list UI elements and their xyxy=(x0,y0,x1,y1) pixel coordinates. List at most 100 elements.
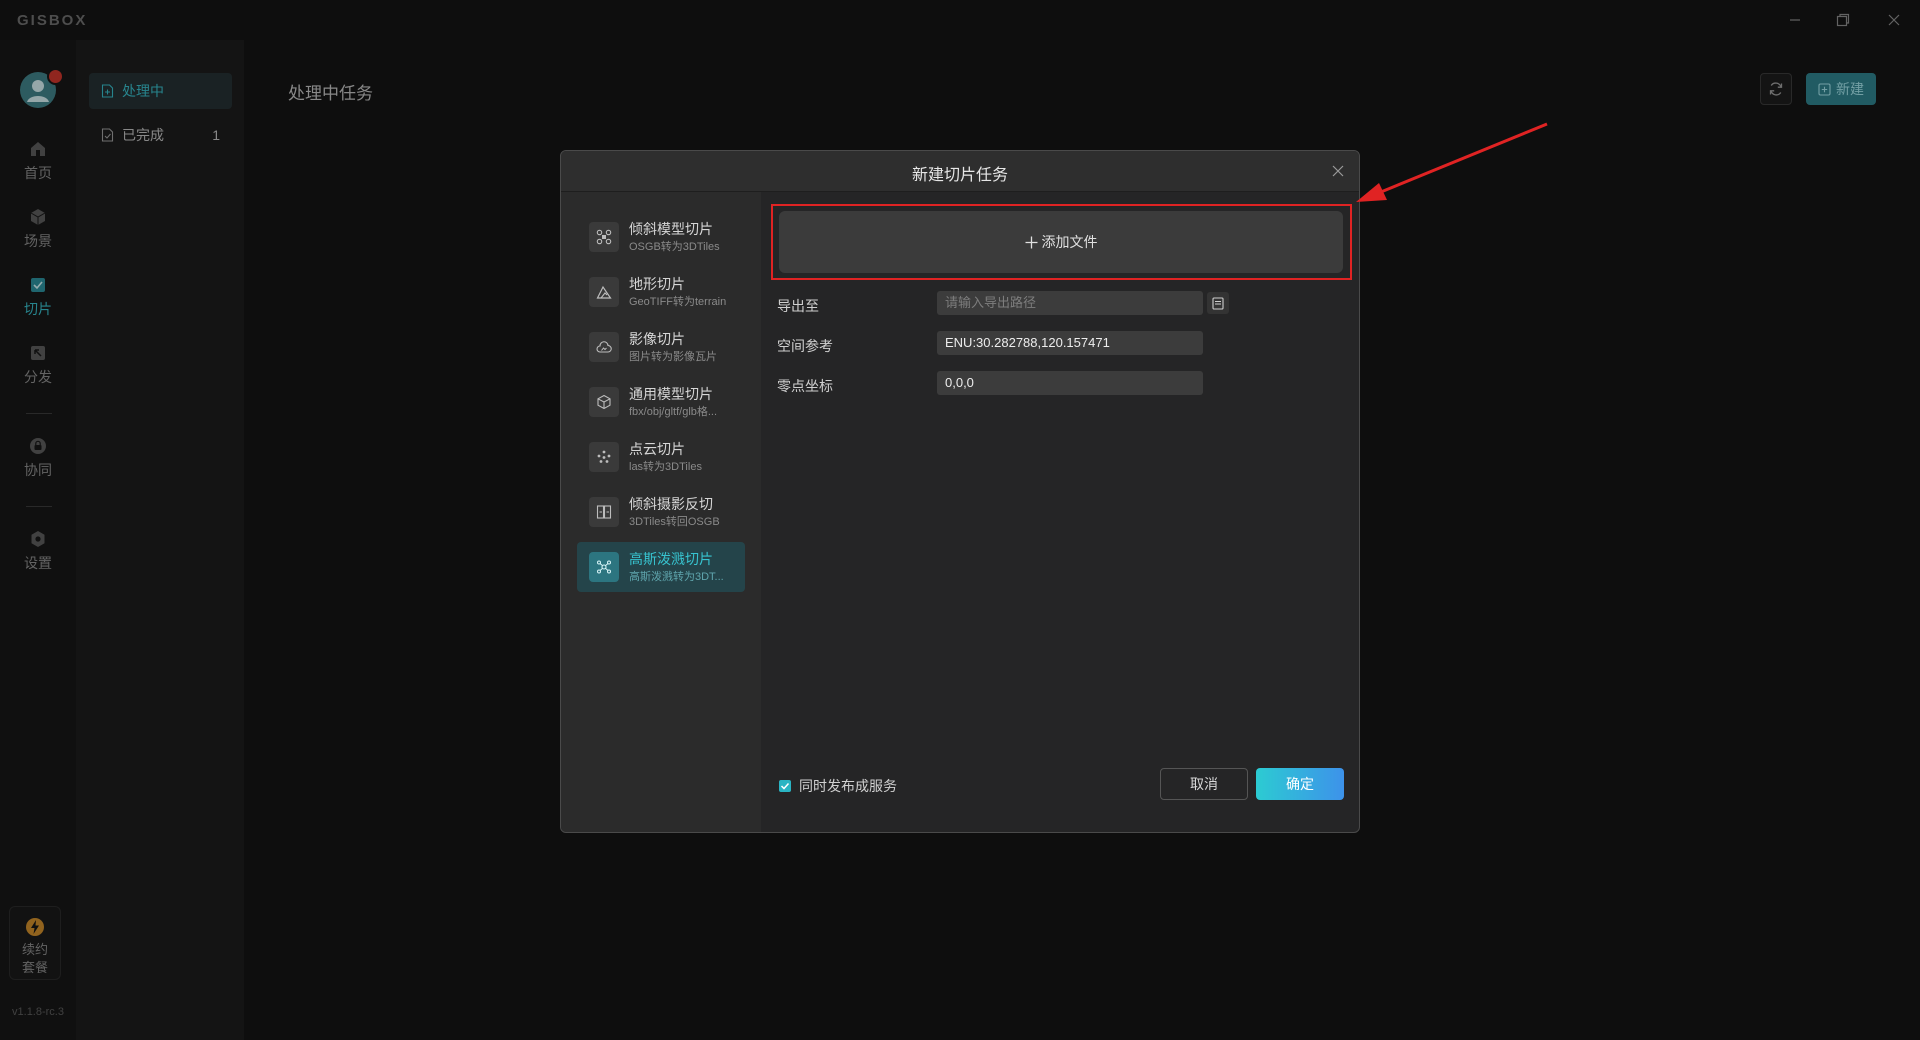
type-desc: 高斯泼溅转为3DT... xyxy=(629,570,724,583)
mountain-icon xyxy=(589,277,619,307)
origin-label: 零点坐标 xyxy=(777,378,833,394)
title-bar: GISBOX xyxy=(0,0,1920,40)
type-desc: las转为3DTiles xyxy=(629,460,702,473)
type-terrain[interactable]: 地形切片 GeoTIFF转为terrain xyxy=(577,267,745,317)
checkbox-checked-icon xyxy=(779,780,791,792)
type-text: 影像切片 图片转为影像瓦片 xyxy=(629,330,739,365)
confirm-button[interactable]: 确定 xyxy=(1256,768,1344,800)
new-slice-task-dialog: 新建切片任务 倾斜模型切片 OSGB转为3DTiles 地形切片 GeoTIFF… xyxy=(560,150,1360,833)
app-version: v1.1.8-rc.3 xyxy=(12,1006,64,1018)
spatial-ref-input[interactable]: ENU:30.282788,120.157471 xyxy=(937,331,1203,355)
dialog-close-button[interactable] xyxy=(1327,160,1349,182)
refresh-icon xyxy=(1769,82,1783,96)
nav-distribute-label: 分发 xyxy=(24,369,52,385)
renew-plan-label: 续约套餐 xyxy=(21,942,48,975)
rail-divider xyxy=(26,413,52,414)
close-window-button[interactable] xyxy=(1880,8,1908,32)
drone-icon-glyph xyxy=(596,229,612,245)
restore-icon xyxy=(1836,13,1850,27)
gear-icon xyxy=(31,531,45,547)
dialog-title: 新建切片任务 xyxy=(911,167,1008,184)
nav-scene[interactable]: 场景 xyxy=(0,208,76,251)
add-document-icon xyxy=(1818,82,1831,96)
type-text: 高斯泼溅切片 高斯泼溅转为3DT... xyxy=(629,550,739,585)
slice-type-list: 倾斜模型切片 OSGB转为3DTiles 地形切片 GeoTIFF转为terra… xyxy=(561,192,761,832)
type-desc: GeoTIFF转为terrain xyxy=(629,295,727,308)
box-icon xyxy=(589,387,619,417)
type-name: 倾斜模型切片 xyxy=(629,220,713,237)
origin-input[interactable]: 0,0,0 xyxy=(937,371,1203,395)
type-name: 倾斜摄影反切 xyxy=(629,495,713,512)
minimize-icon xyxy=(1790,19,1800,21)
box-icon-glyph xyxy=(597,394,611,410)
dialog-header: 新建切片任务 xyxy=(561,151,1359,192)
export-label: 导出至 xyxy=(777,298,819,314)
type-point-cloud[interactable]: 点云切片 las转为3DTiles xyxy=(577,432,745,482)
type-text: 倾斜模型切片 OSGB转为3DTiles xyxy=(629,220,739,255)
page-title: 处理中任务 xyxy=(288,84,373,103)
type-name: 点云切片 xyxy=(629,440,685,457)
cloud-image-icon xyxy=(589,332,619,362)
mountain-icon-glyph xyxy=(596,285,612,299)
type-gaussian-splat[interactable]: 高斯泼溅切片 高斯泼溅转为3DT... xyxy=(577,542,745,592)
lightning-icon xyxy=(26,918,44,936)
subnav-item-label: 处理中 xyxy=(122,83,164,99)
highlight-annotation-box xyxy=(771,204,1352,280)
new-task-button[interactable]: 新建 xyxy=(1806,73,1876,105)
type-desc: OSGB转为3DTiles xyxy=(629,240,720,253)
gaussian-icon xyxy=(589,552,619,582)
renew-plan-button[interactable]: 续约套餐 xyxy=(9,906,61,980)
task-subnav: 处理中 已完成 1 xyxy=(76,40,244,1040)
nav-settings[interactable]: 设置 xyxy=(0,530,76,573)
publish-service-label: 同时发布成服务 xyxy=(799,778,897,794)
cloud-image-icon-glyph xyxy=(596,341,612,353)
browse-folder-button[interactable] xyxy=(1207,292,1229,314)
type-reverse-oblique[interactable]: 倾斜摄影反切 3DTiles转回OSGB xyxy=(577,487,745,537)
nav-home[interactable]: 首页 xyxy=(0,140,76,183)
nav-settings-label: 设置 xyxy=(24,555,52,571)
nav-slice[interactable]: 切片 xyxy=(0,276,76,319)
cancel-button[interactable]: 取消 xyxy=(1160,768,1248,800)
new-task-label: 新建 xyxy=(1836,81,1864,97)
folder-icon xyxy=(1212,296,1224,310)
distribute-icon xyxy=(31,346,45,360)
nav-slice-label: 切片 xyxy=(24,301,52,317)
close-icon xyxy=(1888,14,1900,26)
home-icon xyxy=(31,142,45,156)
type-text: 倾斜摄影反切 3DTiles转回OSGB xyxy=(629,495,739,530)
app-logo: GISBOX xyxy=(17,12,88,29)
drone-icon xyxy=(589,222,619,252)
nav-collab[interactable]: 协同 xyxy=(0,437,76,480)
type-desc: fbx/obj/gltf/glb格... xyxy=(629,405,718,418)
subnav-item-label: 已完成 xyxy=(122,127,164,143)
subnav-item-completed[interactable]: 已完成 1 xyxy=(89,117,232,153)
nav-scene-label: 场景 xyxy=(24,233,52,249)
type-name: 通用模型切片 xyxy=(629,385,713,402)
reverse-icon xyxy=(589,497,619,527)
slice-icon xyxy=(31,278,45,292)
refresh-button[interactable] xyxy=(1760,73,1792,105)
publish-service-checkbox[interactable]: 同时发布成服务 xyxy=(779,776,897,796)
minimize-button[interactable] xyxy=(1781,8,1809,32)
type-general-model[interactable]: 通用模型切片 fbx/obj/gltf/glb格... xyxy=(577,377,745,427)
completed-count: 1 xyxy=(212,127,220,143)
pointcloud-icon xyxy=(589,442,619,472)
nav-distribute[interactable]: 分发 xyxy=(0,344,76,387)
lock-icon xyxy=(30,438,46,454)
nav-collab-label: 协同 xyxy=(24,462,52,478)
export-path-input[interactable] xyxy=(937,291,1203,315)
rail-divider xyxy=(26,506,52,507)
type-text: 点云切片 las转为3DTiles xyxy=(629,440,739,475)
type-desc: 图片转为影像瓦片 xyxy=(629,350,717,363)
type-desc: 3DTiles转回OSGB xyxy=(629,515,720,528)
type-text: 地形切片 GeoTIFF转为terrain xyxy=(629,275,739,310)
close-icon xyxy=(1332,165,1344,177)
reverse-icon-glyph xyxy=(596,505,612,519)
gaussian-icon-glyph xyxy=(597,560,611,574)
nav-home-label: 首页 xyxy=(24,165,52,181)
type-imagery[interactable]: 影像切片 图片转为影像瓦片 xyxy=(577,322,745,372)
type-oblique-model[interactable]: 倾斜模型切片 OSGB转为3DTiles xyxy=(577,212,745,262)
subnav-item-processing[interactable]: 处理中 xyxy=(89,73,232,109)
document-check-icon xyxy=(101,128,114,142)
restore-button[interactable] xyxy=(1829,8,1857,32)
